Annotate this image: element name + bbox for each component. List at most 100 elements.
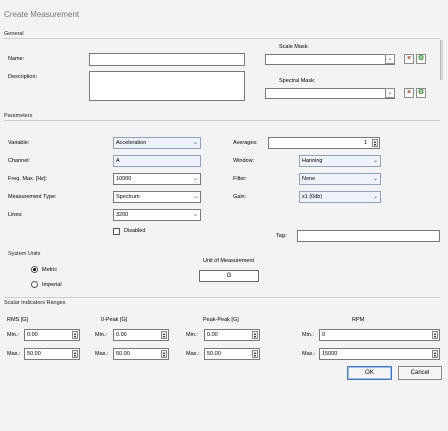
freq-max-value: 10000 — [116, 176, 132, 182]
channel-select[interactable]: A — [113, 155, 201, 167]
disabled-label: Disabled — [124, 228, 146, 234]
averages-value: 1 — [363, 140, 367, 146]
spin-arrows-icon[interactable]: ▴ ▾ — [161, 350, 167, 358]
general-header: General — [4, 31, 24, 37]
window-title: Create Measurement — [4, 10, 80, 19]
measurement-type-value: Spectrum — [116, 194, 140, 200]
peak-peak-min-label: Min.: — [186, 332, 198, 338]
imperial-radio[interactable] — [31, 281, 38, 288]
chevron-down-icon[interactable]: ⌄ — [385, 54, 395, 64]
edit-spectral-mask-icon[interactable]: ⚙ — [416, 88, 426, 98]
chevron-down-icon: ⌄ — [192, 140, 198, 146]
filter-value: None — [302, 176, 316, 182]
rms-max-label: Max.: — [7, 351, 21, 357]
chevron-down-icon: ⌄ — [372, 158, 378, 164]
rpm-max-spinbox[interactable]: 15000 ▴ ▾ — [319, 348, 440, 360]
lines-value: 3200 — [116, 212, 129, 218]
spectral-mask-label: Spectral Mask: — [279, 78, 316, 84]
tag-input[interactable] — [297, 230, 440, 242]
clear-scale-mask-icon[interactable]: × — [404, 54, 414, 64]
general-divider — [4, 38, 440, 39]
tag-label: Tag: — [276, 233, 287, 239]
spin-arrows-icon[interactable]: ▴ ▾ — [252, 350, 258, 358]
freq-max-select[interactable]: 10000 ⌄ — [113, 173, 201, 185]
filter-label: Filter: — [233, 176, 247, 182]
cancel-button[interactable]: Cancel — [398, 366, 442, 380]
measurement-type-select[interactable]: Spectrum ⌄ — [113, 191, 201, 203]
lines-select[interactable]: 3200 ⌄ — [113, 209, 201, 221]
clear-spectral-mask-icon[interactable]: × — [404, 88, 414, 98]
disabled-checkbox[interactable] — [113, 228, 120, 235]
spin-arrows-icon[interactable]: ▴ ▾ — [72, 331, 78, 339]
parameters-header: Parameters — [4, 113, 33, 119]
rpm-min-value: 0 — [322, 332, 326, 338]
peak-peak-title: Peak-Peak [G] — [203, 317, 239, 323]
chevron-down-icon: ⌄ — [192, 176, 198, 182]
gain-value: x1 (0db) — [302, 194, 323, 200]
metric-radio[interactable] — [31, 266, 38, 273]
zero-peak-min-label: Min.: — [95, 332, 107, 338]
zero-peak-title: 0-Peak [G] — [101, 317, 128, 323]
scale-mask-label: Scale Mask: — [279, 44, 309, 50]
peak-peak-max-spinbox[interactable]: 50.00 ▴ ▾ — [204, 348, 260, 360]
rpm-max-value: 15000 — [322, 351, 338, 357]
spin-arrows-icon[interactable]: ▴ ▾ — [432, 350, 438, 358]
unit-value: G — [226, 273, 232, 279]
unit-of-measurement-header: Unit of Measurement — [203, 258, 255, 264]
chevron-down-icon: ⌄ — [372, 194, 378, 200]
metric-label: Metric — [42, 267, 57, 273]
edit-scale-mask-icon[interactable]: ⚙ — [416, 54, 426, 64]
gain-label: Gain: — [233, 194, 247, 200]
spectral-mask-field[interactable]: ⌄ — [265, 88, 395, 99]
rpm-min-spinbox[interactable]: 0 ▴ ▾ — [319, 329, 440, 341]
measurement-type-label: Measurement Type: — [8, 194, 57, 200]
rms-max-spinbox[interactable]: 50.00 ▴ ▾ — [24, 348, 80, 360]
channel-value: A — [116, 158, 120, 164]
spin-arrows-icon[interactable]: ▴ ▾ — [252, 331, 258, 339]
vertical-scrollbar[interactable] — [440, 40, 443, 80]
ok-button[interactable]: OK — [347, 366, 392, 380]
chevron-down-icon: ⌄ — [192, 194, 198, 200]
zero-peak-min-spinbox[interactable]: 0.00 ▴ ▾ — [113, 329, 169, 341]
chevron-down-icon[interactable]: ⌄ — [385, 88, 395, 98]
variable-value: Acceleration — [116, 140, 147, 146]
description-label: Description: — [8, 74, 38, 80]
rms-min-value: 0.00 — [27, 332, 38, 338]
peak-peak-min-value: 0.00 — [207, 332, 218, 338]
scale-mask-field[interactable]: ⌄ — [265, 54, 395, 65]
peak-peak-max-value: 50.00 — [207, 351, 221, 357]
gain-select[interactable]: x1 (0db) ⌄ — [299, 191, 381, 203]
rpm-title: RPM — [352, 317, 365, 323]
system-units-header: System Units — [8, 251, 41, 257]
rms-title: RMS [G] — [7, 317, 29, 323]
zero-peak-max-spinbox[interactable]: 50.00 ▴ ▾ — [113, 348, 169, 360]
zero-peak-max-value: 50.00 — [116, 351, 130, 357]
spin-arrows-icon[interactable]: ▴ ▾ — [72, 350, 78, 358]
spin-arrows-icon[interactable]: ▴ ▾ — [372, 139, 378, 147]
spin-arrows-icon[interactable]: ▴ ▾ — [161, 331, 167, 339]
filter-select[interactable]: None ⌄ — [299, 173, 381, 185]
unit-field[interactable]: G — [199, 270, 259, 282]
variable-select[interactable]: Acceleration ⌄ — [113, 137, 201, 149]
chevron-down-icon: ⌄ — [192, 212, 198, 218]
rms-min-spinbox[interactable]: 0.00 ▴ ▾ — [24, 329, 80, 341]
window-value: Hanning — [302, 158, 323, 164]
rpm-min-label: Min.: — [302, 332, 314, 338]
rms-max-value: 50.00 — [27, 351, 41, 357]
name-input[interactable] — [89, 53, 245, 66]
peak-peak-min-spinbox[interactable]: 0.00 ▴ ▾ — [204, 329, 260, 341]
freq-max-label: Freq. Max. [Hz]: — [8, 176, 48, 182]
spin-arrows-icon[interactable]: ▴ ▾ — [432, 331, 438, 339]
scalar-header: Scalar Indicators Ranges — [4, 300, 66, 306]
description-input[interactable] — [89, 71, 245, 101]
rpm-max-label: Max.: — [302, 351, 316, 357]
averages-spinbox[interactable]: 1 ▴ ▾ — [268, 137, 380, 149]
lines-label: Lines: — [8, 212, 23, 218]
rms-min-label: Min.: — [7, 332, 19, 338]
peak-peak-max-label: Max.: — [186, 351, 200, 357]
parameters-divider — [4, 120, 440, 121]
window-label: Window: — [233, 158, 255, 164]
imperial-label: Imperial — [42, 282, 62, 288]
window-select[interactable]: Hanning ⌄ — [299, 155, 381, 167]
variable-label: Variable: — [8, 140, 30, 146]
